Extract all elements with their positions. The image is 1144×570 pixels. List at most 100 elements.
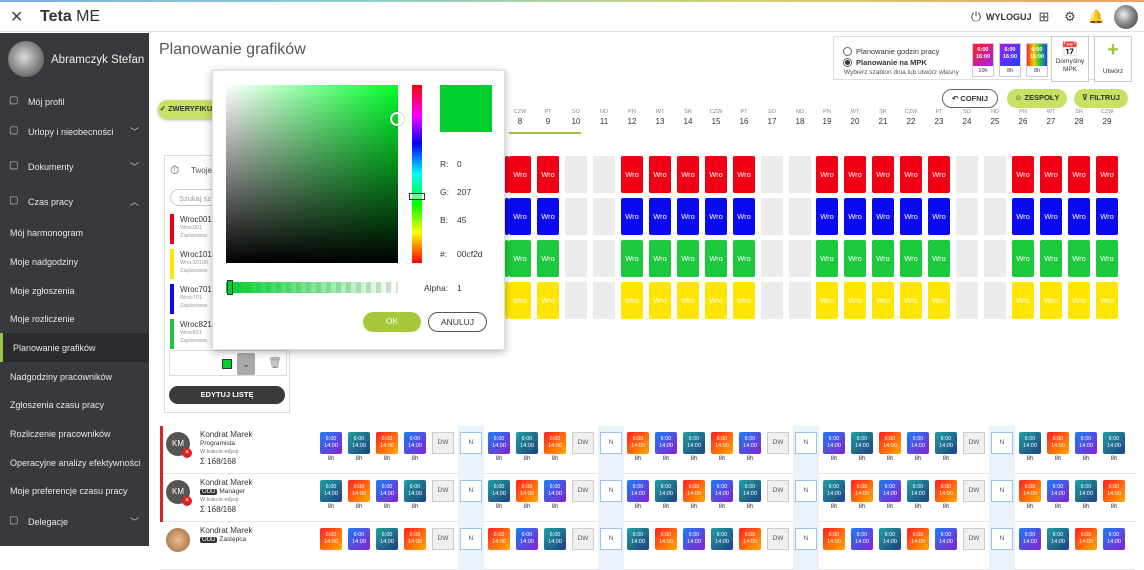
shift-cell[interactable]: 6:00 14:00 xyxy=(320,528,342,550)
create-button[interactable]: + Utwórz xyxy=(1094,36,1132,82)
mpk-cell[interactable]: Wro xyxy=(649,198,671,235)
sidebar-item-7[interactable]: Moje zgłoszenia xyxy=(0,276,149,305)
b-value[interactable]: 45 xyxy=(457,215,466,225)
shift-cell[interactable]: 6:00 14:00 xyxy=(935,528,957,550)
mpk-cell[interactable]: Wro xyxy=(733,156,755,193)
shift-cell[interactable]: 6:00 14:00 xyxy=(488,432,510,454)
mpk-cell[interactable]: Wro xyxy=(928,282,950,319)
shift-cell[interactable]: 6:00 14:00 xyxy=(1047,480,1069,502)
hue-handle[interactable] xyxy=(409,193,425,200)
mpk-cell[interactable]: Wro xyxy=(705,156,727,193)
shift-cell[interactable]: 6:00 14:00 xyxy=(879,480,901,502)
night-cell[interactable]: N xyxy=(795,528,817,550)
night-cell[interactable]: N xyxy=(460,432,482,454)
night-cell[interactable]: N xyxy=(460,480,482,502)
chevron-down-icon[interactable]: ﹀ xyxy=(130,160,139,173)
weekend-cell[interactable] xyxy=(593,282,615,319)
mpk-cell[interactable]: Wro xyxy=(872,156,894,193)
day-off-cell[interactable]: DW xyxy=(963,480,985,502)
shift-cell[interactable]: 6:00 14:00 xyxy=(516,528,538,550)
logout-button[interactable]: WYLOGUJ xyxy=(986,12,1032,22)
teams-button[interactable]: ☺ ZESPOŁY xyxy=(1007,89,1067,108)
sidebar-item-12[interactable]: Rozliczenie pracowników xyxy=(0,419,149,448)
shift-cell[interactable]: 6:00 14:00 xyxy=(683,480,705,502)
mpk-cell[interactable] xyxy=(505,282,509,319)
shift-cell[interactable]: 6:00 14:00 xyxy=(1103,480,1125,502)
shift-cell[interactable]: 6:00 14:00 xyxy=(711,432,733,454)
weekend-cell[interactable] xyxy=(565,198,587,235)
day-off-cell[interactable]: DW xyxy=(432,528,454,550)
mpk-cell[interactable]: Wro xyxy=(844,282,866,319)
mpk-cell[interactable]: Wro xyxy=(816,240,838,277)
mpk-cell[interactable]: Wro xyxy=(1096,240,1118,277)
gear-icon[interactable]: ⚙ xyxy=(1062,9,1078,25)
alpha-value[interactable]: 1 xyxy=(457,283,462,293)
mpk-cell[interactable]: Wro xyxy=(621,240,643,277)
mpk-cell[interactable]: Wro xyxy=(705,198,727,235)
mpk-cell[interactable]: Wro xyxy=(844,198,866,235)
mpk-cell[interactable]: Wro xyxy=(621,198,643,235)
mpk-cell[interactable]: Wro xyxy=(677,240,699,277)
shift-cell[interactable]: 6:00 14:00 xyxy=(739,432,761,454)
sidebar-item-10[interactable]: Nadgodziny pracowników xyxy=(0,362,149,391)
hue-slider[interactable] xyxy=(409,85,425,263)
weekend-cell[interactable] xyxy=(984,156,1006,193)
shift-cell[interactable]: 6:00 14:00 xyxy=(935,480,957,502)
day-template[interactable]: 6:00 16:00 8h xyxy=(999,43,1021,77)
day-template[interactable]: 6:00 16:00 8h xyxy=(1026,43,1048,77)
weekend-cell[interactable] xyxy=(593,240,615,277)
mpk-cell[interactable]: Wro xyxy=(872,198,894,235)
shift-cell[interactable]: 6:00 14:00 xyxy=(348,480,370,502)
shift-cell[interactable]: 6:00 14:00 xyxy=(655,432,677,454)
weekend-cell[interactable] xyxy=(761,282,783,319)
shift-cell[interactable]: 6:00 14:00 xyxy=(823,480,845,502)
employee-name[interactable]: Kondrat Marek xyxy=(200,478,252,487)
day-off-cell[interactable]: DW xyxy=(572,528,594,550)
mpk-cell[interactable]: Wro xyxy=(900,240,922,277)
shift-cell[interactable]: 6:00 14:00 xyxy=(655,528,677,550)
shift-cell[interactable]: 6:00 14:00 xyxy=(404,480,426,502)
mpk-cell[interactable]: Wro xyxy=(1012,156,1034,193)
mpk-cell[interactable]: Wro xyxy=(621,156,643,193)
weekend-cell[interactable] xyxy=(761,156,783,193)
shift-cell[interactable]: 6:00 14:00 xyxy=(627,432,649,454)
mpk-cell[interactable]: Wro xyxy=(677,198,699,235)
shift-cell[interactable]: 6:00 14:00 xyxy=(544,528,566,550)
g-value[interactable]: 207 xyxy=(457,187,471,197)
weekend-cell[interactable] xyxy=(565,240,587,277)
sidebar-item-5[interactable]: Mój harmonogram xyxy=(0,218,149,247)
day-off-cell[interactable]: DW xyxy=(963,528,985,550)
weekend-cell[interactable] xyxy=(565,156,587,193)
weekend-cell[interactable] xyxy=(984,198,1006,235)
org-chart-icon[interactable]: ⊞ xyxy=(1036,9,1052,25)
shift-cell[interactable]: 6:00 14:00 xyxy=(544,432,566,454)
trash-icon[interactable]: 🗑 xyxy=(268,356,282,369)
night-cell[interactable]: N xyxy=(991,432,1013,454)
shift-cell[interactable]: 6:00 14:00 xyxy=(1075,480,1097,502)
r-value[interactable]: 0 xyxy=(457,159,462,169)
mpk-cell[interactable]: Wro xyxy=(1012,198,1034,235)
chevron-down-icon[interactable]: ﹀ xyxy=(130,515,139,528)
mpk-cell[interactable]: Wro xyxy=(928,198,950,235)
mpk-cell[interactable]: Wro xyxy=(844,156,866,193)
sidebar-item-9[interactable]: Planowanie grafików xyxy=(0,333,149,362)
shift-cell[interactable]: 6:00 14:00 xyxy=(516,480,538,502)
shift-cell[interactable]: 6:00 14:00 xyxy=(907,432,929,454)
mpk-cell[interactable]: Wro xyxy=(1040,156,1062,193)
weekend-cell[interactable] xyxy=(984,282,1006,319)
shift-cell[interactable]: 6:00 14:00 xyxy=(376,528,398,550)
shift-cell[interactable]: 6:00 14:00 xyxy=(739,528,761,550)
sidebar-item-2[interactable]: ▢ Urlopy i nieobecności ﹀ xyxy=(0,117,149,146)
mpk-cell[interactable]: Wro xyxy=(872,282,894,319)
mpk-cell[interactable]: Wro xyxy=(1012,282,1034,319)
mpk-cell[interactable]: Wro xyxy=(705,282,727,319)
radio-hours[interactable] xyxy=(843,47,852,56)
mpk-cell[interactable]: Wro xyxy=(1068,198,1090,235)
filter-button[interactable]: ⊽ FILTRUJ xyxy=(1074,89,1128,108)
mpk-cell[interactable]: Wro xyxy=(733,282,755,319)
mpk-cell[interactable]: Wro xyxy=(621,282,643,319)
weekend-cell[interactable] xyxy=(984,240,1006,277)
mpk-cell[interactable]: Wro xyxy=(1068,240,1090,277)
mpk-cell[interactable]: Wro xyxy=(537,240,559,277)
shift-cell[interactable]: 6:00 14:00 xyxy=(879,432,901,454)
